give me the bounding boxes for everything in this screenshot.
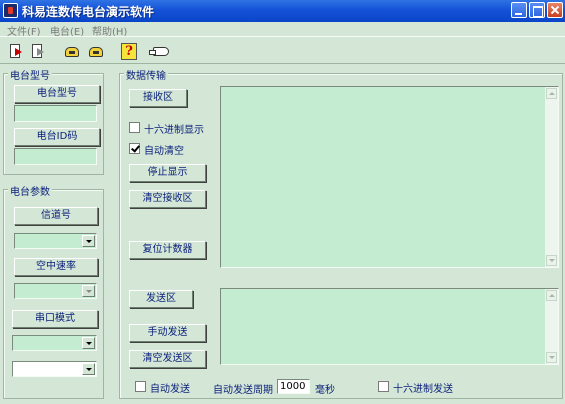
auto-clear-checkbox[interactable] bbox=[129, 143, 140, 154]
scroll-down-icon[interactable] bbox=[546, 255, 557, 266]
hex-send-checkbox-row[interactable]: 十六进制发送 bbox=[378, 380, 468, 395]
auto-send-period-label: 自动发送周期 bbox=[213, 385, 273, 396]
radio-id-field[interactable] bbox=[14, 148, 97, 165]
data-transfer-group-title: 数据传输 bbox=[124, 67, 168, 82]
open-file-button[interactable] bbox=[6, 41, 26, 61]
auto-send-checkbox[interactable] bbox=[135, 381, 146, 392]
receive-area-button[interactable]: 接收区 bbox=[129, 89, 187, 107]
disconnect-button[interactable] bbox=[85, 41, 105, 61]
manual-send-button[interactable]: 手动发送 bbox=[129, 324, 206, 342]
help-button[interactable]: ? bbox=[118, 41, 138, 61]
connect-phone-icon bbox=[65, 47, 79, 57]
menu-bar: 文件(F) 电台(E) 帮助(H) bbox=[0, 22, 565, 38]
auto-clear-label: 自动清空 bbox=[144, 146, 184, 157]
receive-textarea[interactable] bbox=[220, 86, 559, 268]
toolbar: ? bbox=[0, 36, 565, 64]
title-bar: 科易连数传电台演示软件 bbox=[0, 0, 565, 22]
serial-mode-select[interactable] bbox=[12, 335, 97, 351]
minimize-button[interactable] bbox=[511, 2, 527, 18]
maximize-button[interactable] bbox=[529, 2, 545, 18]
channel-select[interactable] bbox=[14, 233, 97, 249]
extra-select[interactable] bbox=[12, 361, 97, 377]
radio-model-group-title: 电台型号 bbox=[8, 67, 52, 82]
chevron-down-icon[interactable] bbox=[82, 285, 95, 297]
radio-model-button[interactable]: 电台型号 bbox=[14, 85, 100, 103]
radio-model-field[interactable] bbox=[14, 105, 97, 122]
window-title: 科易连数传电台演示软件 bbox=[22, 5, 155, 19]
receive-scrollbar[interactable] bbox=[545, 87, 558, 267]
chevron-down-icon[interactable] bbox=[82, 337, 95, 349]
channel-button[interactable]: 信道号 bbox=[14, 207, 98, 225]
chevron-down-icon[interactable] bbox=[82, 235, 95, 247]
air-rate-select[interactable] bbox=[14, 283, 97, 299]
serial-mode-button[interactable]: 串口模式 bbox=[12, 310, 98, 328]
auto-send-label: 自动发送 bbox=[150, 384, 190, 395]
auto-clear-checkbox-row[interactable]: 自动清空 bbox=[129, 142, 219, 157]
hex-display-label: 十六进制显示 bbox=[144, 125, 204, 136]
app-icon[interactable] bbox=[3, 3, 18, 18]
hex-display-checkbox-row[interactable]: 十六进制显示 bbox=[129, 121, 219, 136]
send-area-button[interactable]: 发送区 bbox=[129, 290, 193, 308]
disconnect-phone-icon bbox=[89, 47, 103, 57]
send-scrollbar[interactable] bbox=[545, 289, 558, 364]
auto-send-period-input[interactable] bbox=[277, 379, 310, 394]
scroll-down-icon[interactable] bbox=[546, 352, 557, 363]
hex-send-checkbox[interactable] bbox=[378, 381, 389, 392]
hex-display-checkbox[interactable] bbox=[129, 122, 140, 133]
connect-button[interactable] bbox=[61, 41, 81, 61]
clear-send-button[interactable]: 清空发送区 bbox=[129, 350, 206, 368]
red-arrow-icon bbox=[15, 48, 22, 56]
clear-receive-button[interactable]: 清空接收区 bbox=[129, 190, 206, 208]
milliseconds-label: 毫秒 bbox=[315, 385, 335, 396]
hex-send-label: 十六进制发送 bbox=[393, 384, 453, 395]
radio-id-button[interactable]: 电台ID码 bbox=[14, 128, 100, 146]
gray-arrow-icon bbox=[37, 48, 44, 56]
save-file-button[interactable] bbox=[28, 41, 48, 61]
pointing-hand-icon bbox=[149, 47, 169, 56]
app-window: 科易连数传电台演示软件 文件(F) 电台(E) 帮助(H) ? 电台型号 电台型… bbox=[0, 0, 565, 404]
chevron-down-icon[interactable] bbox=[82, 363, 95, 375]
help-icon: ? bbox=[121, 43, 137, 60]
scroll-up-icon[interactable] bbox=[546, 88, 557, 99]
reset-counter-button[interactable]: 复位计数器 bbox=[129, 241, 206, 259]
send-textarea[interactable] bbox=[220, 288, 559, 365]
stop-display-button[interactable]: 停止显示 bbox=[129, 164, 206, 182]
scroll-up-icon[interactable] bbox=[546, 290, 557, 301]
radio-params-group-title: 电台参数 bbox=[8, 183, 52, 198]
air-rate-button[interactable]: 空中速率 bbox=[14, 258, 98, 276]
close-button[interactable] bbox=[547, 2, 563, 18]
pointer-button[interactable] bbox=[149, 41, 170, 61]
auto-send-checkbox-row[interactable]: 自动发送 bbox=[135, 380, 205, 395]
